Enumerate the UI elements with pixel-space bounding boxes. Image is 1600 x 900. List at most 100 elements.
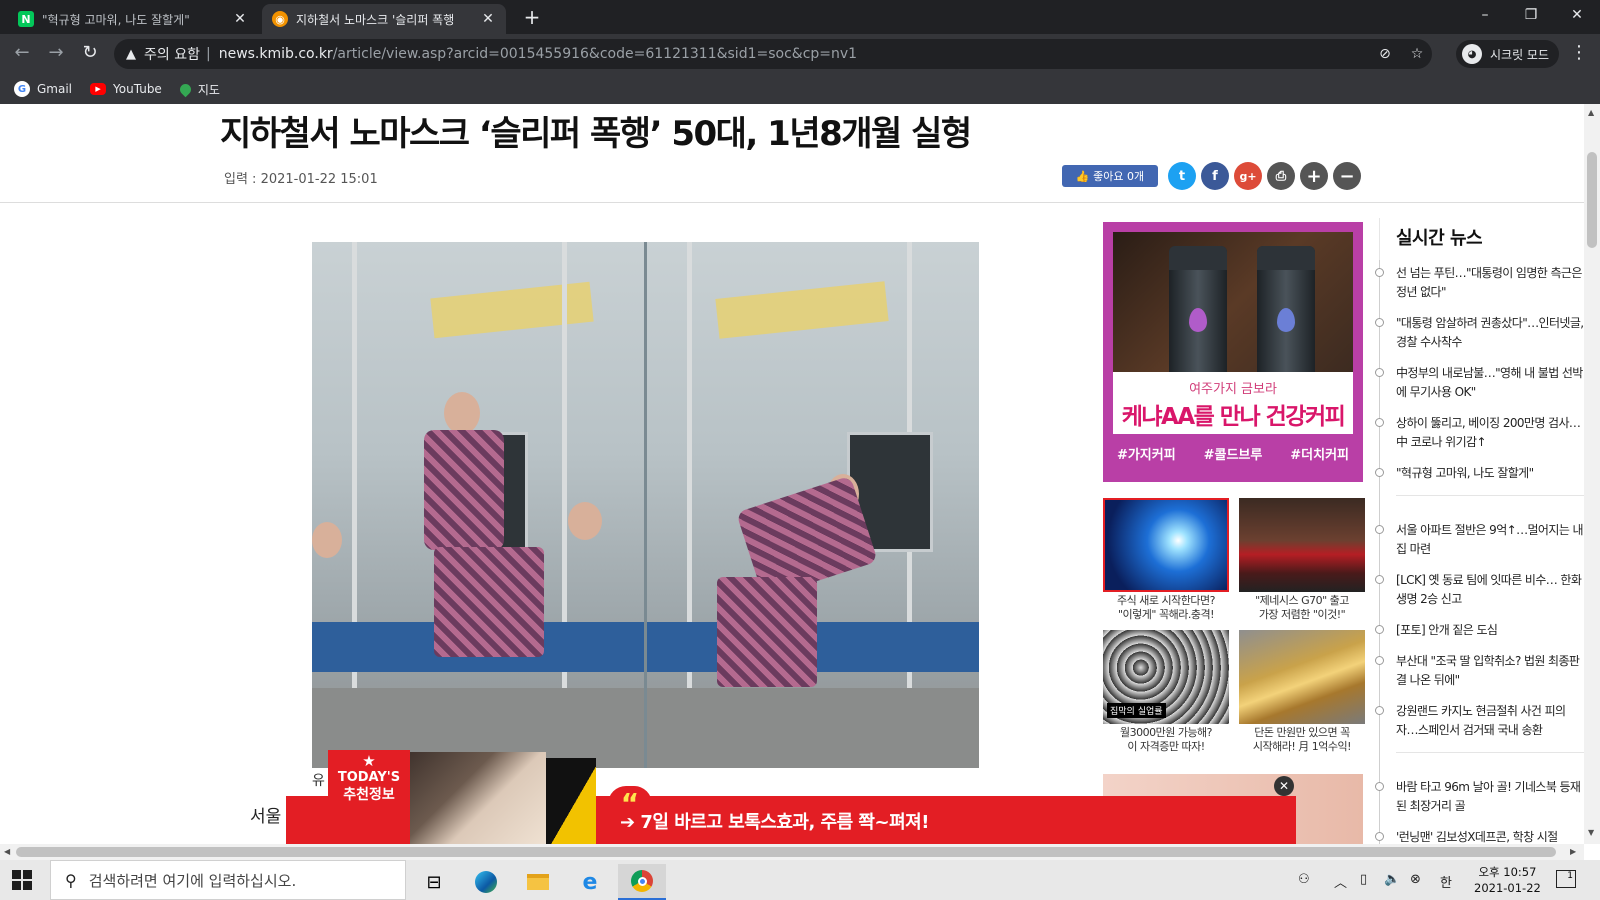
thumb-ad-gold[interactable]: 단돈 만원만 있으면 꼭 시작해라! 月 1억수익! xyxy=(1239,630,1365,754)
youtube-icon: ▶ xyxy=(90,83,107,95)
file-explorer-icon[interactable] xyxy=(514,864,562,900)
close-tab-icon[interactable]: ✕ xyxy=(480,11,496,27)
notification-center-icon[interactable]: 1 xyxy=(1556,870,1576,888)
thumb-ad-license[interactable]: 집막의 실업률 월3000만원 가능해? 이 자격증만 따자! xyxy=(1103,630,1229,754)
web-page: 지하철서 노마스크 ‘슬리퍼 폭행’ 50대, 1년8개월 실형 입력 : 20… xyxy=(0,104,1584,844)
star-bookmark-icon[interactable]: ☆ xyxy=(1408,46,1426,64)
news-item[interactable]: "혁규형 고마워, 나도 잘할게" xyxy=(1372,464,1584,483)
star-icon: ★ xyxy=(362,752,376,770)
scrollbar-thumb[interactable] xyxy=(16,847,1556,857)
bookmark-label: 지도 xyxy=(197,82,220,97)
bookmark-youtube[interactable]: ▶ YouTube xyxy=(90,82,162,96)
ad-tag: #가지커피 xyxy=(1116,448,1176,463)
news-item[interactable]: 상하이 뚫리고, 베이징 200만명 검사…中 코로나 위기감↑ xyxy=(1372,414,1584,452)
news-item[interactable]: [LCK] 옛 동료 팀에 잇따른 비수… 한화생명 2승 신고 xyxy=(1372,571,1584,609)
ime-indicator[interactable]: 한 xyxy=(1440,872,1452,891)
close-tab-icon[interactable]: ✕ xyxy=(232,11,248,27)
crowd-image: 집막의 실업률 xyxy=(1103,630,1229,724)
thumb-ad-car[interactable]: "제네시스 G70" 출고 가장 저렴한 "이것!" xyxy=(1239,498,1365,622)
scroll-up-icon[interactable]: ▲ xyxy=(1588,108,1594,117)
news-item[interactable]: 선 넘는 푸틴…"대통령이 임명한 측근은 정년 없다" xyxy=(1372,264,1584,302)
maximize-button[interactable]: ❐ xyxy=(1508,0,1554,32)
font-increase-icon[interactable]: + xyxy=(1300,162,1328,190)
twitter-icon[interactable]: t xyxy=(1168,162,1196,190)
timeline-dot-icon xyxy=(1375,625,1384,634)
speaker-icon[interactable]: 🔈 xyxy=(1384,872,1400,887)
people-icon[interactable]: ⚇ xyxy=(1298,872,1310,887)
edge-icon[interactable] xyxy=(462,864,510,900)
badge-line-1: TODAY'S xyxy=(337,770,401,785)
news-item[interactable]: 강원랜드 카지노 현금절취 사건 피의자…스페인서 검거돼 국내 송환 xyxy=(1372,702,1584,740)
kebab-menu-icon[interactable]: ⋮ xyxy=(1570,42,1588,63)
photo-panel-right xyxy=(647,242,979,768)
battery-icon[interactable]: ▯ xyxy=(1360,872,1367,887)
news-item[interactable]: 中정부의 내로남불…"영해 내 불법 선박에 무기사용 OK" xyxy=(1372,364,1584,402)
forward-arrow-icon[interactable]: → xyxy=(44,42,68,66)
system-clock[interactable]: 오후 10:57 2021-01-22 xyxy=(1474,864,1541,896)
clock-time: 오후 10:57 xyxy=(1478,865,1537,879)
news-item[interactable]: 부산대 "조국 딸 입학취소? 법원 최종판결 나온 뒤에" xyxy=(1372,652,1584,690)
divider xyxy=(1396,752,1584,766)
photo-detail xyxy=(312,522,342,558)
back-arrow-icon[interactable]: ← xyxy=(10,42,34,66)
internet-explorer-icon[interactable]: e xyxy=(566,864,614,900)
coffee-ad-banner[interactable]: 여주가지 금보라 케냐AA를 만나 건강커피 #가지커피 #콜드브루 #더치커피 xyxy=(1103,222,1363,482)
article-headline: 지하철서 노마스크 ‘슬리퍼 폭행’ 50대, 1년8개월 실형 xyxy=(220,114,972,154)
bookmark-gmail[interactable]: G Gmail xyxy=(14,81,72,97)
eye-off-icon[interactable]: ⊘ xyxy=(1376,46,1394,64)
incognito-badge[interactable]: ◕ 시크릿 모드 xyxy=(1456,40,1560,68)
scroll-left-icon[interactable]: ◀ xyxy=(4,847,10,856)
coffee-ad-image xyxy=(1113,232,1353,380)
tab-title: "혁규형 고마워, 나도 잘할게" xyxy=(42,12,190,27)
timeline-dot-icon xyxy=(1375,832,1384,841)
chevron-up-icon[interactable]: ︿ xyxy=(1334,872,1347,891)
close-window-button[interactable]: ✕ xyxy=(1554,0,1600,32)
minimize-button[interactable]: – xyxy=(1462,0,1508,32)
google-plus-icon[interactable]: g+ xyxy=(1234,162,1262,190)
new-tab-button[interactable]: + xyxy=(520,6,544,30)
address-bar[interactable]: ▲ 주의 요함 | news.kmib.co.kr /article/view.… xyxy=(114,39,1432,69)
news-item[interactable]: 바람 타고 96m 날아 골! 기네스북 등재된 최장거리 골 xyxy=(1372,778,1584,816)
windows-taskbar: ⚲ 검색하려면 여기에 입력하십시오. ⊟ e ⚇ ︿ ▯ 🔈 ⊗ 한 오후 1… xyxy=(0,860,1600,900)
scrollbar-thumb[interactable] xyxy=(1587,152,1597,248)
timeline-dot-icon xyxy=(1375,318,1384,327)
bookmarks-bar: G Gmail ▶ YouTube 지도 xyxy=(0,74,1600,104)
font-decrease-icon[interactable]: − xyxy=(1333,162,1361,190)
tab-inactive[interactable]: N "혁규형 고마워, 나도 잘할게" ✕ xyxy=(8,4,258,34)
tab-active[interactable]: ◉ 지하철서 노마스크 '슬리퍼 폭행 ✕ xyxy=(262,4,506,34)
news-item[interactable]: "대통령 암살하려 권총샀다"…인터넷글, 경찰 수사착수 xyxy=(1372,314,1584,352)
tab-title: 지하철서 노마스크 '슬리퍼 폭행 xyxy=(296,12,455,27)
reload-icon[interactable]: ↻ xyxy=(78,42,102,66)
windows-start-icon[interactable] xyxy=(12,870,32,890)
bookmark-label: YouTube xyxy=(113,82,162,96)
horizontal-scrollbar[interactable]: ◀ ▶ xyxy=(0,844,1584,860)
warning-triangle-icon[interactable]: ▲ xyxy=(126,47,136,62)
thumb-ad-stocks[interactable]: 주식 새로 시작한다면? "이렇게" 꼭해라.충격! xyxy=(1103,498,1229,622)
scroll-down-icon[interactable]: ▼ xyxy=(1588,828,1594,837)
red-car-image xyxy=(1239,498,1365,592)
print-icon[interactable]: ⎙ xyxy=(1267,162,1295,190)
timeline-dot-icon xyxy=(1375,575,1384,584)
share-bar: 👍 좋아요 0개 t f g+ ⎙ + − xyxy=(1062,162,1366,190)
tab-strip: N "혁규형 고마워, 나도 잘할게" ✕ ◉ 지하철서 노마스크 '슬리퍼 폭… xyxy=(0,0,1600,34)
security-warning-text[interactable]: 주의 요함 xyxy=(144,44,200,64)
photo-panel-left xyxy=(312,242,644,768)
floating-ad-banner[interactable]: ★ TODAY'S 추천정보 “ ➔ 7일 바르고 보톡스효과, 주름 쫙~펴져… xyxy=(286,750,1296,844)
scroll-right-icon[interactable]: ▶ xyxy=(1570,847,1576,856)
chrome-icon[interactable] xyxy=(618,864,666,900)
task-view-icon[interactable]: ⊟ xyxy=(410,864,458,900)
facebook-like-button[interactable]: 👍 좋아요 0개 xyxy=(1062,165,1158,187)
timeline-dot-icon xyxy=(1375,525,1384,534)
vertical-scrollbar[interactable]: ▲ ▼ xyxy=(1584,104,1600,844)
bookmark-maps[interactable]: 지도 xyxy=(177,81,220,98)
news-item[interactable]: [포토] 안개 짙은 도심 xyxy=(1372,621,1584,640)
realtime-news-list: 선 넘는 푸틴…"대통령이 임명한 측근은 정년 없다" "대통령 암살하려 권… xyxy=(1372,264,1584,844)
news-item[interactable]: '런닝맨' 김보성X데프콘, 학창 시절 xyxy=(1372,828,1584,844)
taskbar-search-input[interactable]: ⚲ 검색하려면 여기에 입력하십시오. xyxy=(50,860,406,900)
photo-detail xyxy=(430,281,594,339)
maps-pin-icon xyxy=(177,81,194,97)
article-photo[interactable] xyxy=(312,242,979,768)
news-item[interactable]: 서울 아파트 절반은 9억↑…멀어지는 내집 마련 xyxy=(1372,521,1584,559)
facebook-icon[interactable]: f xyxy=(1201,162,1229,190)
network-disconnected-icon[interactable]: ⊗ xyxy=(1410,872,1421,887)
